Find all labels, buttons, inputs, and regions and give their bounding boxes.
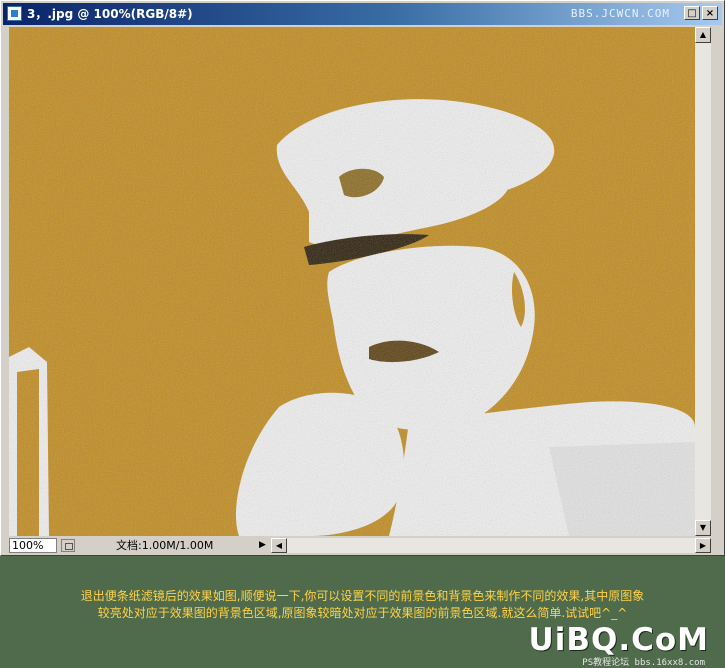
site-sub-watermark: PS教程论坛 bbs.16xx8.com (582, 658, 705, 668)
title-watermark: BBS.JCWCN.COM (570, 7, 670, 20)
maximize-button[interactable]: □ (684, 6, 700, 20)
horizontal-scrollbar[interactable]: ◀ ▶ (271, 538, 711, 553)
title-bar[interactable]: 3，.jpg @ 100%(RGB/8#) BBS.JCWCN.COM □ × (3, 3, 722, 25)
tutorial-caption: 退出便条纸滤镜后的效果如图,顺便说一下,你可以设置不同的前景色和背景色来制作不同… (0, 588, 725, 622)
caption-line-2: 较亮处对应于效果图的背景色区域,原图象较暗处对应于效果图的前景色区域.就这么简单… (97, 606, 628, 620)
scroll-down-button[interactable]: ▼ (695, 520, 711, 536)
scroll-right-button[interactable]: ▶ (695, 538, 711, 553)
site-logo: UiBQ.CoM (528, 622, 709, 658)
window-title: 3，.jpg @ 100%(RGB/8#) (27, 7, 193, 21)
status-menu-arrow-icon[interactable]: ▶ (259, 538, 266, 553)
embossed-photo (9, 27, 695, 536)
zoom-level-input[interactable]: 100% (9, 538, 57, 553)
scroll-left-button[interactable]: ◀ (271, 538, 287, 553)
document-icon (7, 6, 22, 21)
caption-line-1: 退出便条纸滤镜后的效果如图,顺便说一下,你可以设置不同的前景色和背景色来制作不同… (80, 589, 645, 603)
image-canvas[interactable] (9, 27, 695, 536)
vertical-scrollbar[interactable]: ▲ ▼ (695, 27, 711, 536)
scroll-up-button[interactable]: ▲ (695, 27, 711, 43)
status-bar: 100% 文档:1.00M/1.00M ▶ ◀ ▶ (9, 538, 711, 554)
close-button[interactable]: × (702, 6, 718, 20)
navigator-icon[interactable] (61, 539, 75, 552)
document-size-info: 文档:1.00M/1.00M (116, 539, 214, 552)
noise-overlay (9, 27, 695, 536)
photoshop-document-window: 3，.jpg @ 100%(RGB/8#) BBS.JCWCN.COM □ × (0, 0, 725, 556)
